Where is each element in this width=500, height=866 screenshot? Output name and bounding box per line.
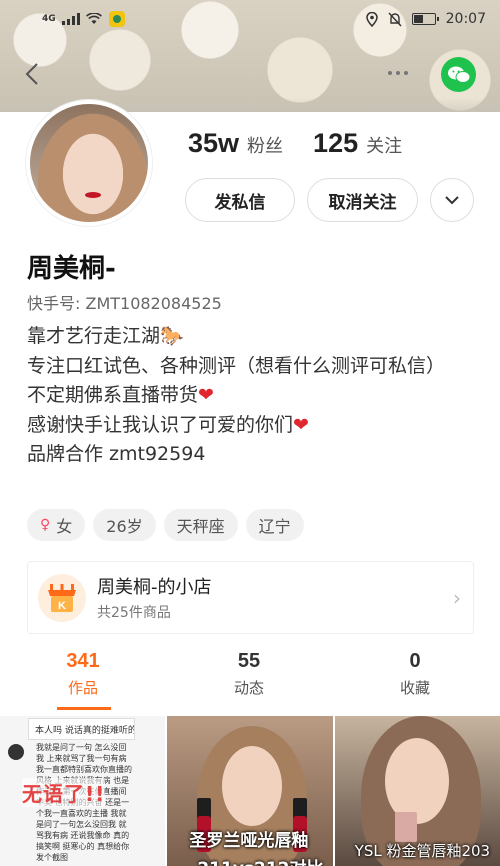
- signal-icon: [61, 13, 80, 25]
- following-count: 125: [313, 128, 359, 158]
- lipstick: [394, 812, 417, 842]
- wechat-icon: [447, 66, 470, 83]
- clock: 20:07: [445, 11, 486, 27]
- app-notification-icon: [108, 11, 125, 27]
- followers-label: 粉丝: [247, 136, 284, 157]
- network-type: 4G: [42, 14, 56, 24]
- tab-count: 341: [66, 650, 100, 672]
- tag-region: 辽宁: [245, 509, 304, 541]
- tab-label: 作品: [67, 679, 98, 697]
- wechat-share-button[interactable]: [441, 57, 476, 92]
- tab-label: 收藏: [399, 679, 430, 697]
- tab-count: 0: [409, 650, 421, 672]
- send-message-button[interactable]: 发私信: [185, 178, 295, 222]
- shop-card[interactable]: K 周美桐-的小店 共25件商品 ›: [27, 561, 474, 634]
- status-bar: 4G 20:07: [0, 0, 500, 38]
- shop-item-count: 共25件商品: [97, 605, 171, 621]
- tab-moments[interactable]: 55 动态: [166, 650, 332, 698]
- username: 周美桐-: [27, 254, 116, 284]
- bio-line: 专注口红试色、各种测评（想看什么测评可私信）: [27, 354, 446, 377]
- bio-line: 品牌合作 zmt92594: [27, 443, 206, 465]
- thumbnail-header-text: 本人吗 说话真的挺难听的啊: [28, 718, 136, 740]
- bio-line: 靠才艺行走江湖🐎: [27, 325, 184, 347]
- following-label: 关注: [366, 136, 403, 157]
- unfollow-button[interactable]: 取消关注: [307, 178, 418, 222]
- bio: 靠才艺行走江湖🐎 专注口红试色、各种测评（想看什么测评可私信） 不定期佛系直播带…: [27, 322, 477, 470]
- chevron-down-icon: [445, 196, 459, 205]
- wifi-icon: [85, 13, 102, 24]
- location-icon: [365, 11, 378, 27]
- tag-gender: ♀ 女: [27, 509, 86, 541]
- tab-works[interactable]: 341 作品: [0, 650, 166, 698]
- video-thumbnail[interactable]: YSL 粉金管唇釉203: [334, 716, 500, 866]
- more-options-button[interactable]: [382, 63, 414, 83]
- tab-favorites[interactable]: 0 收藏: [332, 650, 498, 698]
- video-thumbnail[interactable]: 圣罗兰哑光唇釉 211vs212对比: [167, 716, 333, 866]
- video-thumbnail[interactable]: 本人吗 说话真的挺难听的啊 我就是问了一句 怎么没回我 上来就骂了我一句有病 我…: [0, 716, 166, 866]
- avatar-lips: [85, 192, 101, 198]
- bio-line: 感谢快手让我认识了可爱的你们❤: [27, 413, 309, 436]
- chevron-left-icon: [25, 63, 38, 85]
- tab-count: 55: [237, 650, 261, 672]
- tag-zodiac: 天秤座: [163, 509, 238, 541]
- tab-label: 动态: [233, 679, 264, 697]
- thumbnail-caption: 211vs212对比: [197, 854, 323, 866]
- followers-stat[interactable]: 35w 粉丝: [188, 128, 283, 159]
- heart-icon: ❤: [198, 384, 214, 406]
- bio-line: 不定期佛系直播带货❤: [27, 384, 214, 406]
- profile-tabs: 341 作品 55 动态 0 收藏: [0, 650, 500, 698]
- avatar[interactable]: [26, 100, 152, 226]
- video-grid: 本人吗 说话真的挺难听的啊 我就是问了一句 怎么没回我 上来就骂了我一句有病 我…: [0, 716, 500, 866]
- shop-logo-icon: K: [38, 573, 86, 622]
- thumbnail-face: [222, 746, 283, 826]
- heart-icon: ❤: [293, 413, 309, 436]
- following-stat[interactable]: 125 关注: [313, 128, 402, 159]
- thumbnail-face: [384, 738, 449, 824]
- commenter-avatar: [8, 744, 24, 760]
- thumbnail-caption: 无语了!!: [22, 778, 106, 807]
- back-button[interactable]: [18, 58, 46, 90]
- mute-icon: [388, 12, 402, 26]
- thumbnail-caption: YSL 粉金管唇釉203: [354, 842, 491, 860]
- thumbnail-caption: 圣罗兰哑光唇釉: [189, 831, 309, 851]
- battery-icon: [411, 13, 439, 25]
- chevron-right-icon: ›: [453, 585, 461, 610]
- svg-text:K: K: [58, 600, 66, 612]
- stats-row: 35w 粉丝 125 关注: [188, 128, 402, 159]
- expand-button[interactable]: [430, 178, 474, 222]
- active-tab-indicator: [57, 707, 111, 710]
- shop-name: 周美桐-的小店: [97, 577, 212, 598]
- user-id: 快手号: ZMT1082084525: [27, 294, 222, 313]
- followers-count: 35w: [188, 128, 240, 158]
- female-icon: ♀: [40, 517, 51, 533]
- profile-tags: ♀ 女 26岁 天秤座 辽宁: [27, 509, 304, 541]
- tag-age: 26岁: [93, 509, 156, 541]
